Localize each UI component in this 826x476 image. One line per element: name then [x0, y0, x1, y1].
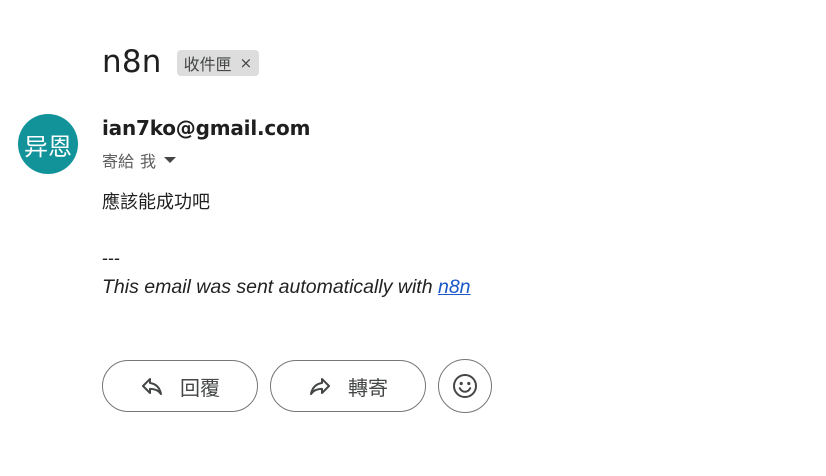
n8n-link[interactable]: n8n	[438, 276, 471, 298]
avatar[interactable]: 异恩	[18, 114, 78, 174]
email-body: 應該能成功吧	[102, 192, 210, 213]
inbox-label-chip[interactable]: 收件匣 ×	[176, 50, 260, 76]
forward-label: 轉寄	[348, 375, 388, 400]
forward-icon	[308, 374, 332, 398]
recipient-row: 寄給 我	[102, 148, 177, 172]
close-icon[interactable]: ×	[240, 54, 253, 72]
chevron-down-icon[interactable]	[164, 157, 177, 163]
subject-row: n8n 收件匣 ×	[102, 42, 260, 82]
label-chip-text: 收件匣	[183, 55, 232, 74]
automation-footer: This email was sent automatically with n…	[102, 276, 471, 299]
recipient-name: 我	[140, 152, 157, 171]
sender-email[interactable]: ian7ko@gmail.com	[102, 116, 310, 140]
reply-icon	[140, 374, 164, 398]
emoji-reaction-button[interactable]	[438, 359, 492, 413]
emoji-icon	[452, 373, 478, 399]
forward-button[interactable]: 轉寄	[270, 360, 426, 412]
recipient-prefix: 寄給	[102, 152, 135, 171]
signature-separator: ---	[102, 248, 120, 268]
reply-label: 回覆	[180, 375, 220, 400]
footer-text: This email was sent automatically with	[102, 276, 438, 298]
email-view: n8n 收件匣 × 异恩 ian7ko@gmail.com 寄給 我 應該能成功…	[0, 0, 826, 476]
avatar-text: 异恩	[24, 132, 72, 161]
reply-button[interactable]: 回覆	[102, 360, 258, 412]
email-subject: n8n	[102, 44, 162, 80]
